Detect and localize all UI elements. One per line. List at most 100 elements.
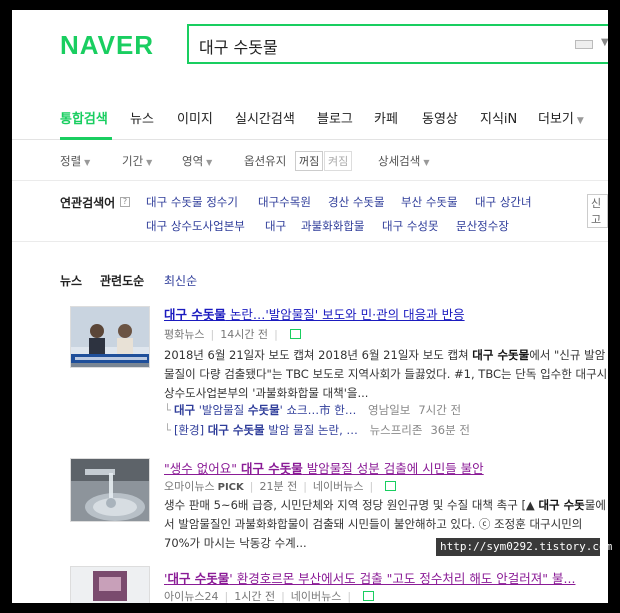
tab-bar: 통합검색 뉴스 이미지 실시간검색 블로그 카페 동영상 지식iN 더보기 ▼ <box>12 88 608 140</box>
keep-on-toggle[interactable]: 켜짐 <box>324 151 353 171</box>
separator: | <box>210 328 215 341</box>
naver-news-link[interactable]: 네이버뉴스 <box>313 480 364 493</box>
title-post: 논란…'발암물질' 보도와 민·관의 대응과 반응 <box>225 307 465 322</box>
news-title-link[interactable]: 대구 수돗물 논란…'발암물질' 보도와 민·관의 대응과 반응 <box>164 304 465 323</box>
open-new-window-icon[interactable] <box>289 329 301 339</box>
sort-relevance[interactable]: 관련도순 <box>100 272 144 289</box>
related-link[interactable]: 대구수목원 <box>258 194 311 210</box>
press-name[interactable]: 평화뉴스 <box>164 328 204 341</box>
title-keyword: 대구 수돗물 <box>164 307 226 322</box>
tab-more[interactable]: 더보기 ▼ <box>538 108 584 127</box>
related-searches: 연관검색어 ? 대구 수돗물 정수기 대구수목원 경산 수돗물 부산 수돗물 대… <box>12 182 608 242</box>
related-link[interactable]: 대구 상수도사업본부 <box>146 218 245 234</box>
news-time: 1시간 전 <box>234 590 276 603</box>
related-news-link[interactable]: [환경] 대구 수돗물 발암 물질 논란, … <box>174 423 358 437</box>
separator: | <box>274 328 278 341</box>
caret-down-icon: ▼ <box>146 158 153 167</box>
sub-keyword: 대구 <box>173 403 196 417</box>
news-time: 21분 전 <box>259 480 298 493</box>
open-new-window-icon[interactable] <box>385 481 397 491</box>
area-label: 영역 <box>182 154 204 168</box>
news-title-link[interactable]: '대구 수돗물' 환경호르몬 부산에서도 검출 "고도 정수처리 해도 안걸러져… <box>164 568 575 587</box>
pick-badge: PICK <box>217 482 244 493</box>
related-news-link[interactable]: 대구 '발암물질 수돗물' 쇼크…市 한… <box>174 403 356 417</box>
keep-off-toggle[interactable]: 꺼짐 <box>295 151 324 171</box>
sub-time: 36분 전 <box>430 423 470 437</box>
tab-cafe[interactable]: 카페 <box>374 108 398 127</box>
press-name[interactable]: 오마이뉴스 <box>164 480 215 493</box>
related-link[interactable]: 대구 수성못 <box>382 218 439 234</box>
tab-images[interactable]: 이미지 <box>177 108 213 127</box>
chevron-down-icon[interactable]: ▼ <box>601 37 608 48</box>
sort-option[interactable]: 정렬 ▼ <box>60 153 90 169</box>
news-description: 2018년 6월 21일자 보도 캡쳐 2018년 6월 21일자 보도 캡쳐 … <box>164 346 608 403</box>
title-post: 발암물질 성분 검출에 시민들 불안 <box>302 461 484 476</box>
related-title: 연관검색어 <box>60 196 116 210</box>
naver-logo[interactable]: NAVER <box>60 30 154 61</box>
news-title-link[interactable]: "생수 없어요" 대구 수돗물 발암물질 성분 검출에 시민들 불안 <box>164 458 484 477</box>
title-pre: "생수 없어요" <box>164 461 241 476</box>
news-thumbnail[interactable] <box>70 306 150 368</box>
news-meta: 아이뉴스24 | 1시간 전 | 네이버뉴스 | <box>164 588 375 603</box>
desc-part: 생수 판매 5~6배 급증, 시민단체와 지역 정당 원인규명 및 수질 대책 … <box>164 498 535 512</box>
title-keyword: 대구 수돗물 <box>240 461 303 476</box>
tab-more-label: 더보기 <box>538 112 574 127</box>
search-results-page: NAVER 대구 수돗물 ▼ 통합검색 뉴스 이미지 실시간검색 블로그 카페 … <box>12 10 608 603</box>
tab-kin[interactable]: 지식iN <box>480 108 517 127</box>
sort-latest[interactable]: 최신순 <box>164 272 197 289</box>
tab-realtime[interactable]: 실시간검색 <box>235 108 295 127</box>
desc-keyword: 대구 수돗물 <box>472 348 530 362</box>
sort-label: 정렬 <box>60 154 82 168</box>
related-news-item: └ 대구 '발암물질 수돗물' 쇼크…市 한… 영남일보 7시간 전 <box>164 402 461 418</box>
title-post: ' 환경호르몬 부산에서도 검출 "고도 정수처리 해도 안걸러져" 불... <box>229 571 576 586</box>
sub-press[interactable]: 영남일보 <box>368 403 410 417</box>
desc-part: 2018년 6월 21일자 보도 캡쳐 2018년 6월 21일자 보도 캡쳐 <box>164 348 469 362</box>
area-option[interactable]: 영역 ▼ <box>182 153 212 169</box>
sub-press[interactable]: 뉴스프리존 <box>370 423 423 437</box>
separator: | <box>224 590 229 603</box>
sub-arrow-icon: └ <box>164 423 171 437</box>
period-option[interactable]: 기간 ▼ <box>122 153 152 169</box>
press-name[interactable]: 아이뉴스24 <box>164 590 218 603</box>
related-news-item: └ [환경] 대구 수돗물 발암 물질 논란, … 뉴스프리존 36분 전 <box>164 422 470 438</box>
detail-search-label: 상세검색 <box>378 154 421 168</box>
related-link[interactable]: 경산 수돗물 <box>328 194 385 210</box>
naver-news-link[interactable]: 네이버뉴스 <box>291 590 342 603</box>
separator: | <box>347 590 352 603</box>
tab-video[interactable]: 동영상 <box>422 108 458 127</box>
report-button[interactable]: 신고 <box>587 194 608 228</box>
news-thumbnail[interactable] <box>70 566 150 603</box>
related-link[interactable]: 과불화화합물 <box>301 218 364 234</box>
sub-pre: [환경] <box>173 423 208 437</box>
related-link[interactable]: 대구 상간녀 <box>475 194 532 210</box>
related-link[interactable]: 문산정수장 <box>456 218 509 234</box>
active-tab-indicator <box>60 137 112 140</box>
separator: | <box>303 480 307 493</box>
related-link[interactable]: 대구 수돗물 정수기 <box>146 194 238 210</box>
sub-time: 7시간 전 <box>418 403 462 417</box>
news-meta: 평화뉴스 | 14시간 전 | <box>164 326 301 342</box>
sub-mid: 발암 물질 논란, … <box>264 423 358 437</box>
search-input[interactable]: 대구 수돗물 <box>199 34 278 58</box>
help-icon[interactable]: ? <box>120 197 130 207</box>
keyboard-icon[interactable] <box>575 40 593 49</box>
tab-integrated[interactable]: 통합검색 <box>60 108 108 127</box>
related-link[interactable]: 부산 수돗물 <box>401 194 458 210</box>
sub-keyword: 대구 수돗물 <box>207 423 265 437</box>
caret-down-icon: ▼ <box>206 158 213 167</box>
separator: | <box>281 590 285 603</box>
separator: | <box>249 480 254 493</box>
tab-blog[interactable]: 블로그 <box>317 108 353 127</box>
caret-down-icon: ▼ <box>576 116 584 126</box>
news-thumbnail[interactable] <box>70 458 150 522</box>
caret-down-icon: ▼ <box>423 158 430 167</box>
sub-mid: '발암물질 <box>195 403 248 417</box>
detail-search-option[interactable]: 상세검색 ▼ <box>378 153 429 169</box>
open-new-window-icon[interactable] <box>363 591 375 601</box>
news-section-title: 뉴스 <box>60 274 83 288</box>
search-box[interactable]: 대구 수돗물 ▼ <box>187 24 608 64</box>
tab-news[interactable]: 뉴스 <box>130 108 154 127</box>
related-link[interactable]: 대구 <box>265 218 286 234</box>
keep-option-label: 옵션유지 <box>244 154 287 168</box>
period-label: 기간 <box>122 154 144 168</box>
